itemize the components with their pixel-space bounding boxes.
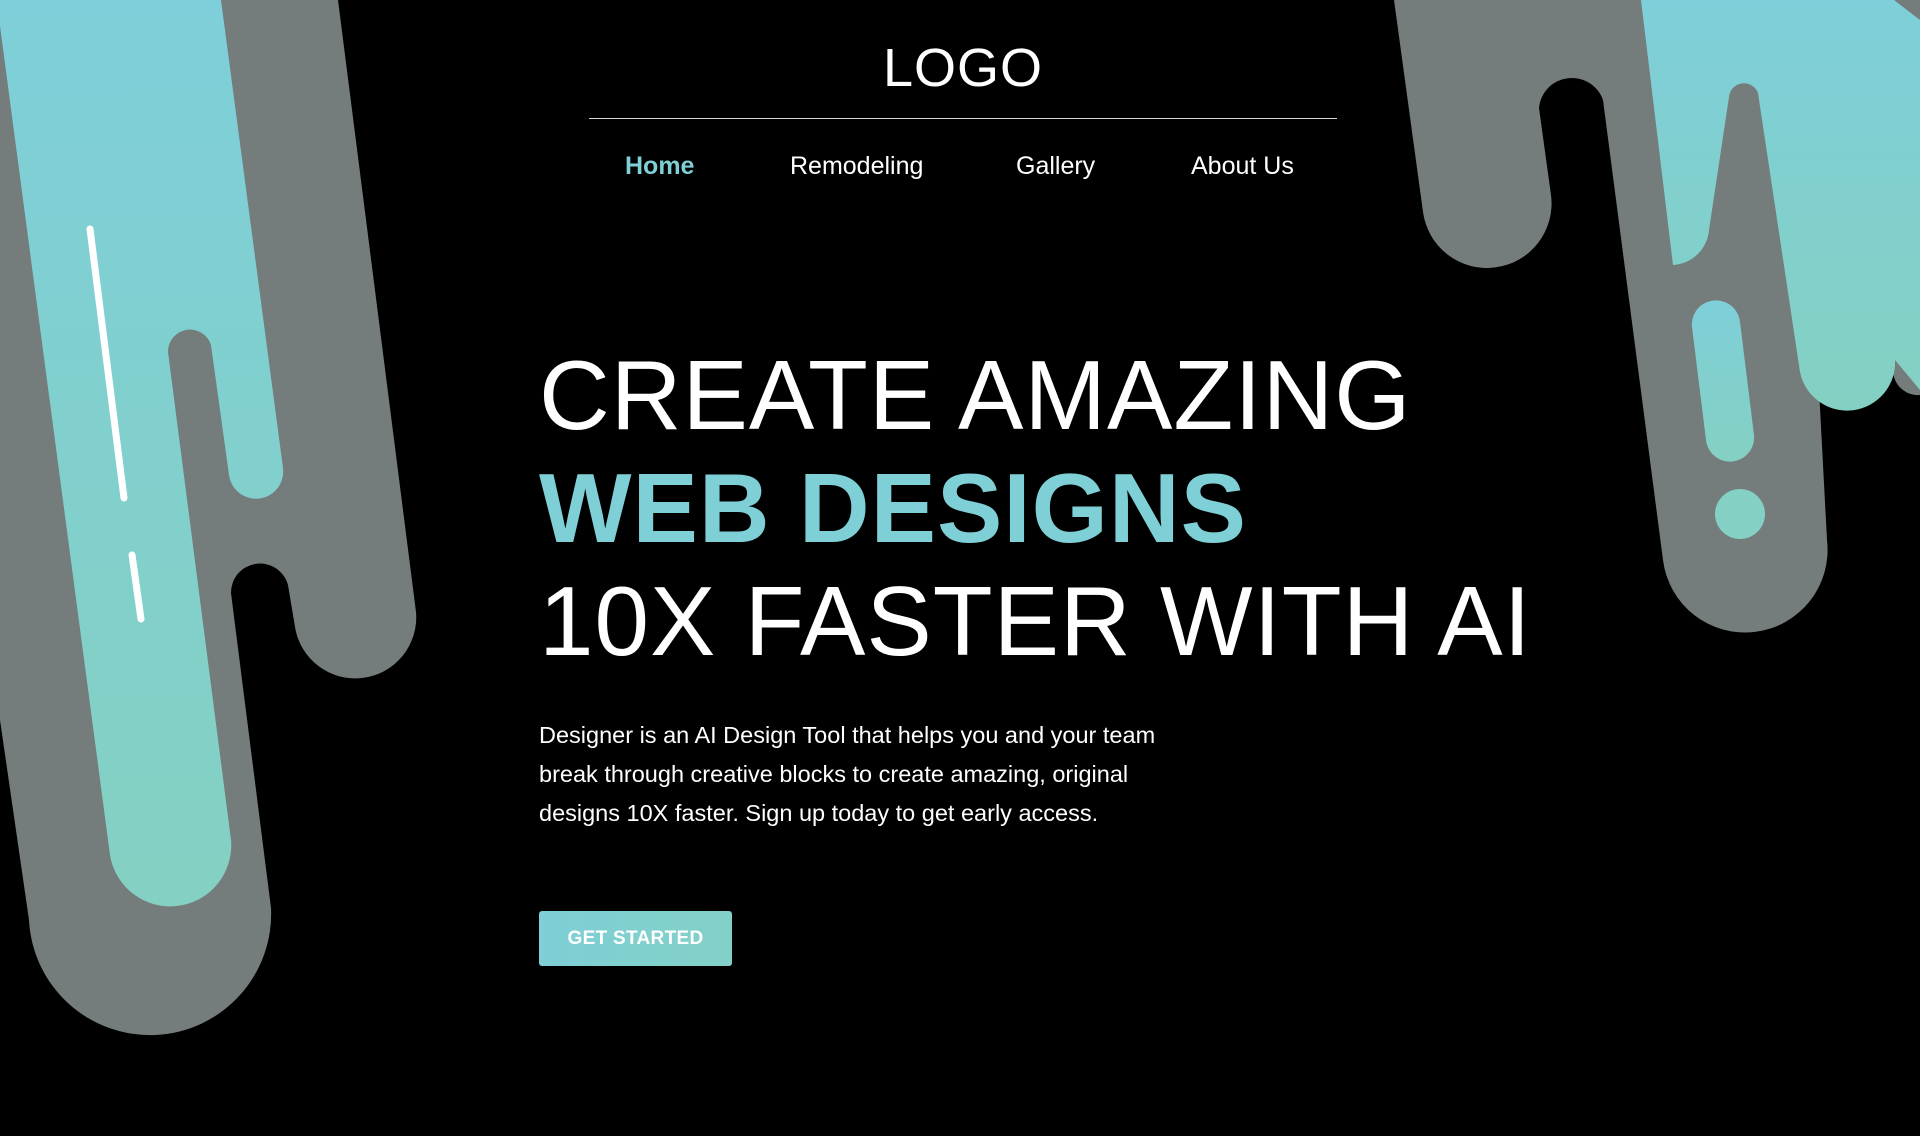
left-drip-group [0,0,417,1036]
nav-item-gallery[interactable]: Gallery [1016,148,1095,184]
main-nav: Home Remodeling Gallery About Us [589,148,1337,188]
logo[interactable]: LOGO [589,36,1337,100]
right-drip-group [1394,0,1920,633]
get-started-button[interactable]: GET STARTED [539,911,732,966]
nav-item-about-us[interactable]: About Us [1191,148,1294,184]
header-divider [589,118,1337,119]
right-teal-dot [1715,489,1765,539]
hero-description: Designer is an AI Design Tool that helps… [539,722,1156,826]
hero-headline-line-2: WEB DESIGNS [539,453,1247,563]
hero-headline-line-1: CREATE AMAZING [539,340,1412,450]
hero-headline-line-3: 10X FASTER WITH AI [539,566,1532,676]
nav-item-home[interactable]: Home [625,148,694,184]
nav-item-remodeling[interactable]: Remodeling [790,148,923,184]
